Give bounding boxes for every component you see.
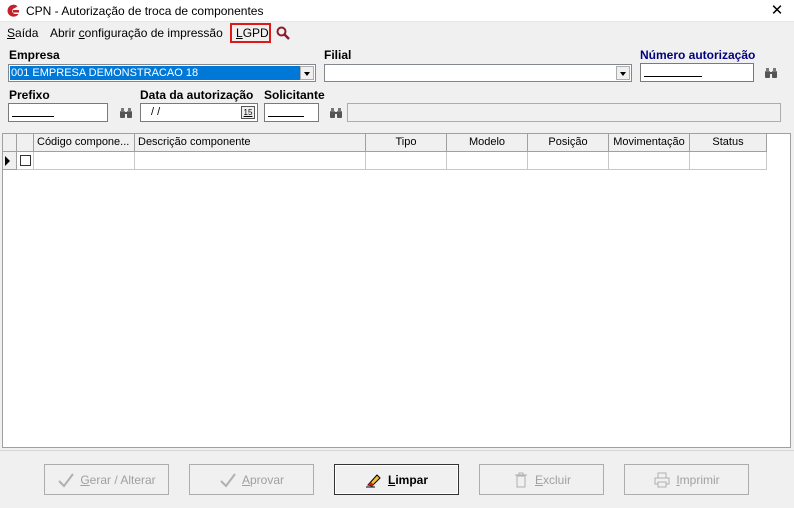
column-header-descricao[interactable]: Descrição componente	[135, 134, 366, 152]
cell-codigo[interactable]	[34, 152, 135, 170]
numero-autorizacao-field[interactable]	[640, 63, 754, 82]
menu-lgpd[interactable]: LGPD	[236, 26, 269, 40]
prefixo-label: Prefixo	[9, 88, 50, 102]
cell-status[interactable]	[690, 152, 767, 170]
row-checkbox-cell[interactable]	[17, 152, 34, 170]
calendar-icon[interactable]: 15	[241, 106, 255, 119]
components-grid[interactable]: Código compone... Descrição componente T…	[2, 133, 791, 448]
limpar-button[interactable]: Limpar	[334, 464, 459, 495]
window-title: CPN - Autorização de troca de componente…	[26, 4, 264, 18]
solicitante-name-field	[347, 103, 781, 122]
imprimir-button[interactable]: Imprimir	[624, 464, 749, 495]
table-row[interactable]	[3, 152, 767, 170]
empresa-label: Empresa	[9, 48, 60, 62]
binoculars-icon[interactable]	[119, 107, 133, 119]
column-header-movimentacao[interactable]: Movimentação	[609, 134, 690, 152]
solicitante-code-field[interactable]	[264, 103, 319, 122]
prefixo-field[interactable]	[8, 103, 108, 122]
cell-posicao[interactable]	[528, 152, 609, 170]
aprovar-button[interactable]: Aprovar	[189, 464, 314, 495]
data-autorizacao-label: Data da autorização	[140, 88, 254, 102]
close-button[interactable]: ✕	[760, 0, 794, 22]
menu-print-config[interactable]: Abrir configuração de impressão	[50, 26, 223, 40]
data-autorizacao-field[interactable]: / / 15	[140, 103, 258, 122]
row-indicator	[3, 152, 17, 170]
cell-descricao[interactable]	[135, 152, 366, 170]
cell-modelo[interactable]	[447, 152, 528, 170]
eraser-icon	[365, 473, 381, 487]
checkmark-icon	[220, 472, 236, 488]
input-mask-line	[268, 116, 304, 117]
column-header-status[interactable]: Status	[690, 134, 767, 152]
binoculars-icon[interactable]	[764, 67, 778, 79]
chevron-down-icon[interactable]	[616, 66, 630, 80]
numero-autorizacao-label: Número autorização	[640, 48, 756, 62]
column-header-codigo[interactable]: Código compone...	[34, 134, 135, 152]
excluir-button[interactable]: Excluir	[479, 464, 604, 495]
binoculars-icon[interactable]	[329, 107, 343, 119]
trash-icon	[514, 472, 527, 487]
menu-bar: Saída Abrir configuração de impressão LG…	[0, 23, 794, 43]
checkmark-icon	[58, 472, 75, 488]
grid-header: Código compone... Descrição componente T…	[3, 134, 767, 152]
cell-tipo[interactable]	[366, 152, 447, 170]
title-bar: CPN - Autorização de troca de componente…	[0, 0, 794, 22]
row-pointer-icon	[5, 156, 10, 166]
printer-icon	[654, 472, 670, 487]
gerar-alterar-button[interactable]: Gerar / Alterar	[44, 464, 169, 495]
grid-corner	[3, 134, 17, 152]
button-bar: Gerar / Alterar Aprovar Limpar Excluir I…	[0, 450, 794, 508]
empresa-select[interactable]: 001 EMPRESA DEMONSTRACAO 18	[8, 64, 316, 82]
column-header-tipo[interactable]: Tipo	[366, 134, 447, 152]
menu-exit[interactable]: Saída	[7, 26, 38, 40]
cell-movimentacao[interactable]	[609, 152, 690, 170]
filial-selected-value	[326, 66, 327, 80]
column-header-posicao[interactable]: Posição	[528, 134, 609, 152]
solicitante-label: Solicitante	[264, 88, 325, 102]
filial-select[interactable]	[324, 64, 632, 82]
row-checkbox[interactable]	[20, 155, 31, 166]
magnifier-icon[interactable]	[276, 26, 290, 40]
empresa-selected-value: 001 EMPRESA DEMONSTRACAO 18	[10, 66, 300, 80]
data-autorizacao-value: / /	[151, 106, 161, 118]
grid-check-header	[17, 134, 34, 152]
filial-label: Filial	[324, 48, 352, 62]
column-header-modelo[interactable]: Modelo	[447, 134, 528, 152]
input-mask-line	[12, 116, 54, 117]
input-mask-line	[644, 76, 702, 77]
chevron-down-icon[interactable]	[300, 66, 314, 80]
app-logo-icon	[7, 4, 19, 17]
